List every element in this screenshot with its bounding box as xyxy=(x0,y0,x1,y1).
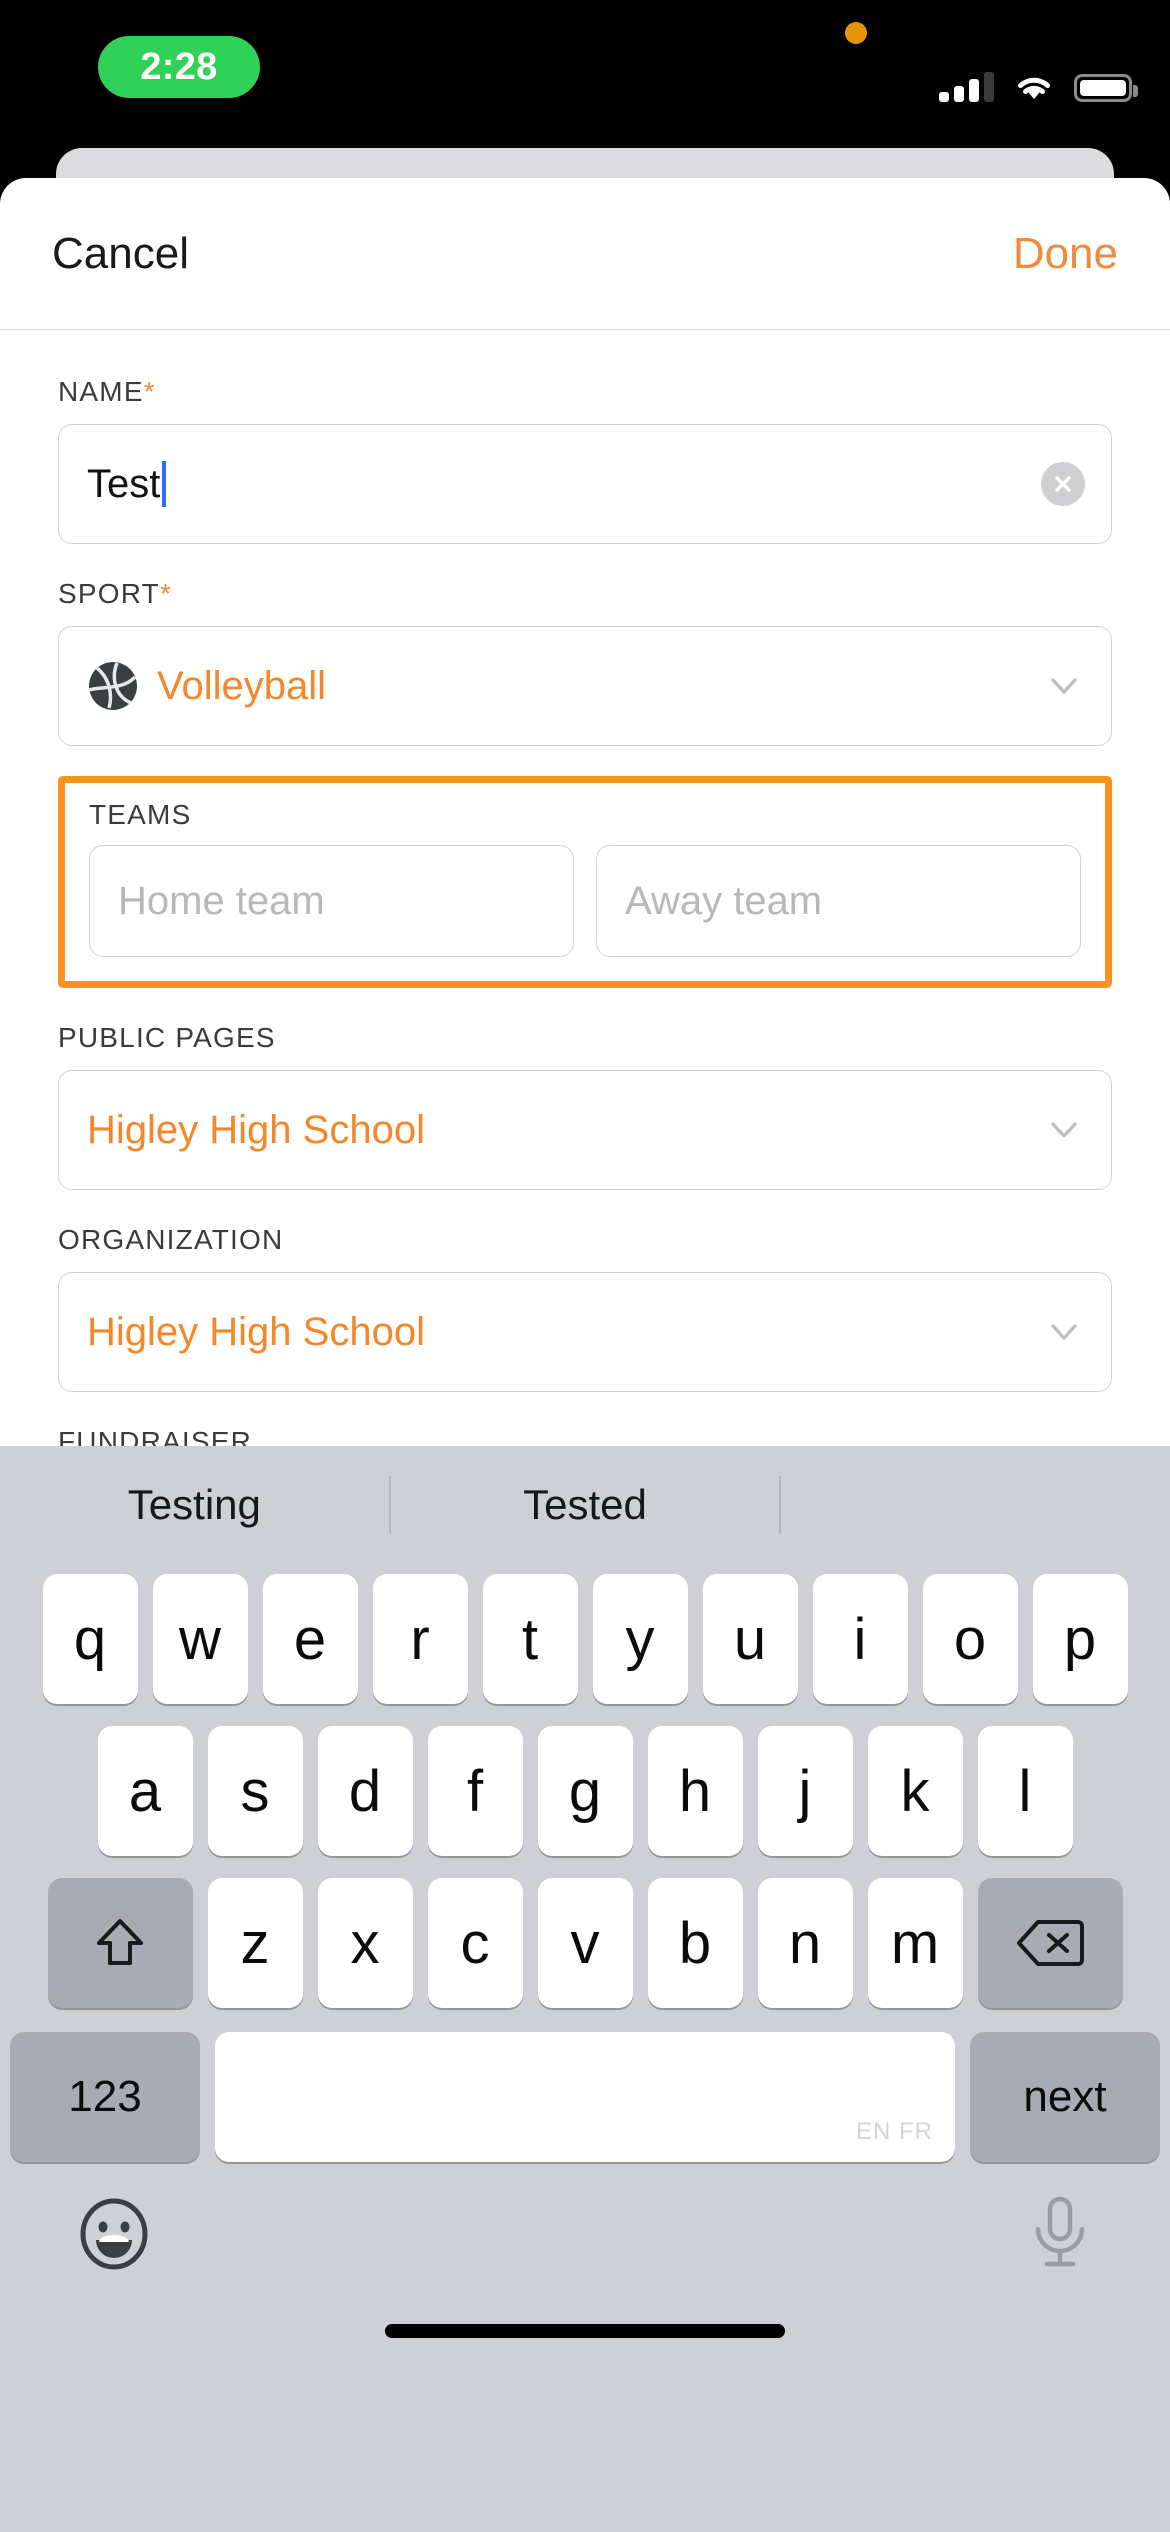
sheet-navigation-bar: Cancel Done xyxy=(0,178,1170,330)
emoji-smiley-icon[interactable] xyxy=(78,2198,150,2270)
text-cursor xyxy=(162,461,166,507)
teams-row: Home team Away team xyxy=(89,845,1081,957)
cellular-signal-icon xyxy=(939,72,994,102)
volleyball-icon xyxy=(87,660,139,712)
microphone-privacy-indicator-icon xyxy=(845,22,867,44)
key-w[interactable]: w xyxy=(153,1574,248,1704)
key-l[interactable]: l xyxy=(978,1726,1073,1856)
key-q[interactable]: q xyxy=(43,1574,138,1704)
name-label: NAME* xyxy=(58,376,1112,408)
keyboard-row-1: q w e r t y u i o p xyxy=(0,1574,1170,1704)
name-required-marker: * xyxy=(144,376,156,407)
keyboard-row-4: 123 EN FR next xyxy=(0,2032,1170,2162)
key-h[interactable]: h xyxy=(648,1726,743,1856)
field-public-pages: PUBLIC PAGES Higley High School xyxy=(58,1022,1112,1190)
chevron-down-icon xyxy=(1045,1313,1083,1351)
away-team-placeholder: Away team xyxy=(625,879,822,924)
clear-circle-icon[interactable] xyxy=(1041,462,1085,506)
event-form: NAME* Test SPORT* xyxy=(0,376,1170,1594)
name-input-value: Test xyxy=(87,462,160,507)
battery-icon xyxy=(1074,74,1132,102)
space-key[interactable]: EN FR xyxy=(215,2032,955,2162)
key-o[interactable]: o xyxy=(923,1574,1018,1704)
modal-sheet: Cancel Done NAME* Test SPORT* xyxy=(0,178,1170,2532)
home-team-placeholder: Home team xyxy=(118,879,325,924)
status-bar-time-pill[interactable]: 2:28 xyxy=(98,36,260,98)
name-input[interactable]: Test xyxy=(58,424,1112,544)
key-u[interactable]: u xyxy=(703,1574,798,1704)
key-i[interactable]: i xyxy=(813,1574,908,1704)
organization-label: ORGANIZATION xyxy=(58,1224,1112,1256)
organization-select[interactable]: Higley High School xyxy=(58,1272,1112,1392)
backspace-icon[interactable] xyxy=(978,1878,1123,2008)
prediction-separator xyxy=(779,1476,781,1534)
keyboard-bottom-bar xyxy=(0,2162,1170,2362)
shift-arrow-icon[interactable] xyxy=(48,1878,193,2008)
status-bar-indicators xyxy=(939,58,1132,102)
sport-required-marker: * xyxy=(160,578,172,609)
key-b[interactable]: b xyxy=(648,1878,743,2008)
numbers-key[interactable]: 123 xyxy=(10,2032,200,2162)
key-e[interactable]: e xyxy=(263,1574,358,1704)
chevron-down-icon xyxy=(1045,667,1083,705)
prediction-2[interactable]: Tested xyxy=(391,1481,780,1529)
home-indicator[interactable] xyxy=(385,2324,785,2338)
teams-section-highlight: TEAMS Home team Away team xyxy=(58,776,1112,988)
on-screen-keyboard: Testing Tested q w e r t y u i o p a s xyxy=(0,1446,1170,2532)
public-pages-label: PUBLIC PAGES xyxy=(58,1022,1112,1054)
key-z[interactable]: z xyxy=(208,1878,303,2008)
away-team-input[interactable]: Away team xyxy=(596,845,1081,957)
done-button[interactable]: Done xyxy=(1013,229,1118,279)
public-pages-value: Higley High School xyxy=(87,1108,425,1153)
key-r[interactable]: r xyxy=(373,1574,468,1704)
status-bar: 2:28 xyxy=(0,0,1170,150)
key-y[interactable]: y xyxy=(593,1574,688,1704)
status-bar-time: 2:28 xyxy=(140,46,217,89)
sport-label: SPORT* xyxy=(58,578,1112,610)
key-d[interactable]: d xyxy=(318,1726,413,1856)
keyboard-row-3: z x c v b n m xyxy=(0,1878,1170,2008)
key-g[interactable]: g xyxy=(538,1726,633,1856)
iphone-screen: 2:28 Cancel Done NAME* xyxy=(0,0,1170,2532)
space-key-languages: EN FR xyxy=(856,2118,933,2146)
teams-label: TEAMS xyxy=(89,799,1081,831)
field-name: NAME* Test xyxy=(58,376,1112,544)
sport-select[interactable]: Volleyball xyxy=(58,626,1112,746)
home-team-input[interactable]: Home team xyxy=(89,845,574,957)
key-a[interactable]: a xyxy=(98,1726,193,1856)
cancel-button[interactable]: Cancel xyxy=(52,229,189,279)
predictive-text-bar: Testing Tested xyxy=(0,1446,1170,1564)
key-p[interactable]: p xyxy=(1033,1574,1128,1704)
key-c[interactable]: c xyxy=(428,1878,523,2008)
key-t[interactable]: t xyxy=(483,1574,578,1704)
key-m[interactable]: m xyxy=(868,1878,963,2008)
return-next-key[interactable]: next xyxy=(970,2032,1160,2162)
key-x[interactable]: x xyxy=(318,1878,413,2008)
keyboard-row-2: a s d f g h j k l xyxy=(0,1726,1170,1856)
key-s[interactable]: s xyxy=(208,1726,303,1856)
key-n[interactable]: n xyxy=(758,1878,853,2008)
field-organization: ORGANIZATION Higley High School xyxy=(58,1224,1112,1392)
key-f[interactable]: f xyxy=(428,1726,523,1856)
key-j[interactable]: j xyxy=(758,1726,853,1856)
public-pages-select[interactable]: Higley High School xyxy=(58,1070,1112,1190)
sport-select-value: Volleyball xyxy=(157,664,326,709)
field-sport: SPORT* Volleyball xyxy=(58,578,1112,746)
organization-value: Higley High School xyxy=(87,1310,425,1355)
microphone-icon[interactable] xyxy=(1030,2196,1090,2272)
key-v[interactable]: v xyxy=(538,1878,633,2008)
wifi-icon xyxy=(1014,72,1054,102)
key-k[interactable]: k xyxy=(868,1726,963,1856)
prediction-1[interactable]: Testing xyxy=(0,1481,389,1529)
chevron-down-icon xyxy=(1045,1111,1083,1149)
